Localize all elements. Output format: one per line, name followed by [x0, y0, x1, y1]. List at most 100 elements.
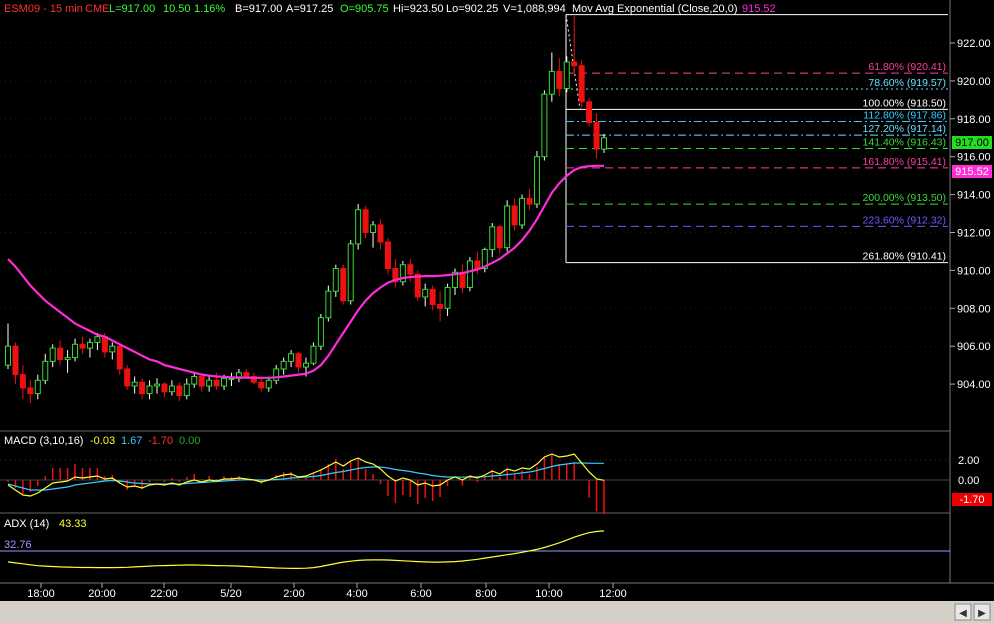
- macd-last-label: -1.70: [959, 494, 984, 506]
- candle-body: [131, 381, 138, 387]
- volume-label: V=1,088,994: [503, 3, 566, 15]
- candle-body: [161, 383, 168, 393]
- fib-level-label: 261.80% (910.41): [863, 251, 946, 263]
- candle-body: [355, 209, 362, 245]
- candle-body: [109, 345, 116, 353]
- candle-body: [146, 385, 153, 395]
- candle-body: [86, 341, 93, 349]
- chevron-left-icon: ◀: [959, 608, 967, 619]
- candle-body: [578, 65, 585, 103]
- candle-body: [489, 226, 496, 251]
- price-tick-label: 906.00: [957, 341, 991, 353]
- macd-value-3: -1.70: [148, 435, 173, 447]
- candle-body: [57, 347, 64, 360]
- indicator-label: Mov Avg Exponential (Close,20,0): [572, 3, 738, 15]
- candle-body: [49, 347, 56, 362]
- high-label: Hi=923.50: [393, 3, 443, 15]
- time-tick-label: 20:00: [88, 588, 116, 600]
- bottom-scrollbar[interactable]: [0, 601, 994, 623]
- symbol-label: ESM09 - 15 min: [4, 3, 83, 15]
- time-tick-label: 22:00: [150, 588, 178, 600]
- candle-body: [317, 317, 324, 347]
- candle-body: [12, 345, 19, 376]
- macd-tick-0: 0.00: [958, 475, 979, 487]
- time-tick-label: 8:00: [475, 588, 496, 600]
- change-label: 10.50: [163, 3, 191, 15]
- price-tick-label: 914.00: [957, 190, 991, 202]
- candle-body: [258, 381, 265, 389]
- last-price-label: 917.00: [955, 137, 989, 149]
- candle-body: [504, 205, 511, 249]
- fib-level-label: 200.00% (913.50): [863, 192, 946, 204]
- candle-body: [19, 374, 26, 389]
- candle-body: [556, 70, 563, 89]
- fib-level-label: 141.40% (916.43): [863, 137, 946, 149]
- chart-background: [0, 0, 994, 623]
- adx-title: ADX (14): [4, 518, 49, 530]
- candle-body: [496, 226, 503, 249]
- candle-body: [243, 372, 250, 378]
- candle-body: [79, 343, 86, 349]
- bid-label: B=917.00: [235, 3, 282, 15]
- candle-body: [325, 290, 332, 319]
- price-tick-label: 916.00: [957, 152, 991, 164]
- time-tick-label: 12:00: [599, 588, 627, 600]
- candle-body: [407, 264, 414, 275]
- fib-level-label: 223.60% (912.32): [863, 214, 946, 226]
- candle-body: [444, 286, 451, 309]
- candle-body: [429, 288, 436, 306]
- candle-body: [310, 345, 317, 364]
- candle-body: [183, 383, 190, 396]
- candle-body: [347, 243, 354, 302]
- macd-title: MACD (3,10,16): [4, 435, 83, 447]
- price-tick-label: 912.00: [957, 228, 991, 240]
- candle-body: [154, 383, 160, 387]
- candle-body: [228, 377, 235, 380]
- trading-chart: 61.80% (920.41) 78.60% (919.57) 100.00% (9…: [0, 0, 994, 623]
- price-tick-label: 904.00: [957, 379, 991, 391]
- chevron-right-icon: ▶: [978, 608, 986, 619]
- candle-body: [42, 360, 49, 381]
- fib-level-label: 100.00% (918.50): [863, 97, 946, 109]
- candle-body: [198, 376, 205, 387]
- candle-body: [34, 379, 41, 395]
- candle-body: [601, 137, 607, 150]
- fib-level-label: 112.80% (917.86): [863, 109, 946, 121]
- candle-body: [586, 101, 593, 124]
- candle-body: [474, 260, 481, 270]
- open-label: O=905.75: [340, 3, 389, 15]
- change-pct-label: 1.16%: [194, 3, 225, 15]
- candle-body: [533, 156, 540, 205]
- fib-level-label: 127.20% (917.14): [863, 123, 946, 135]
- candle-body: [526, 197, 533, 205]
- time-tick-label: 5/20: [220, 588, 241, 600]
- time-tick-label: 2:00: [283, 588, 304, 600]
- price-tick-label: 908.00: [957, 303, 991, 315]
- candle-body: [303, 362, 309, 368]
- fib-level-label: 61.80% (920.41): [868, 61, 946, 73]
- candle-body: [94, 336, 101, 343]
- candle-body: [384, 241, 391, 270]
- candle-body: [213, 379, 220, 387]
- candle-body: [288, 353, 295, 362]
- fib-level-label: 78.60% (919.57): [868, 77, 946, 89]
- price-tick-label: 922.00: [957, 38, 991, 50]
- fib-level-label: 161.80% (915.41): [863, 156, 946, 168]
- candle-body: [548, 70, 555, 95]
- candle-body: [362, 209, 369, 233]
- price-tick-label: 910.00: [957, 265, 991, 277]
- candle-body: [422, 288, 429, 298]
- time-tick-label: 18:00: [27, 588, 55, 600]
- candle-body: [593, 122, 600, 150]
- time-tick-label: 6:00: [410, 588, 431, 600]
- candle-body: [511, 205, 518, 226]
- ema-price-label: 915.52: [955, 166, 989, 178]
- indicator-value: 915.52: [742, 3, 776, 15]
- candle-body: [168, 385, 175, 393]
- macd-value-1: -0.03: [90, 435, 115, 447]
- candle-body: [124, 368, 131, 387]
- candle-body: [221, 377, 228, 387]
- candle-body: [273, 368, 280, 381]
- candle-body: [519, 197, 526, 226]
- candle-body: [191, 376, 198, 385]
